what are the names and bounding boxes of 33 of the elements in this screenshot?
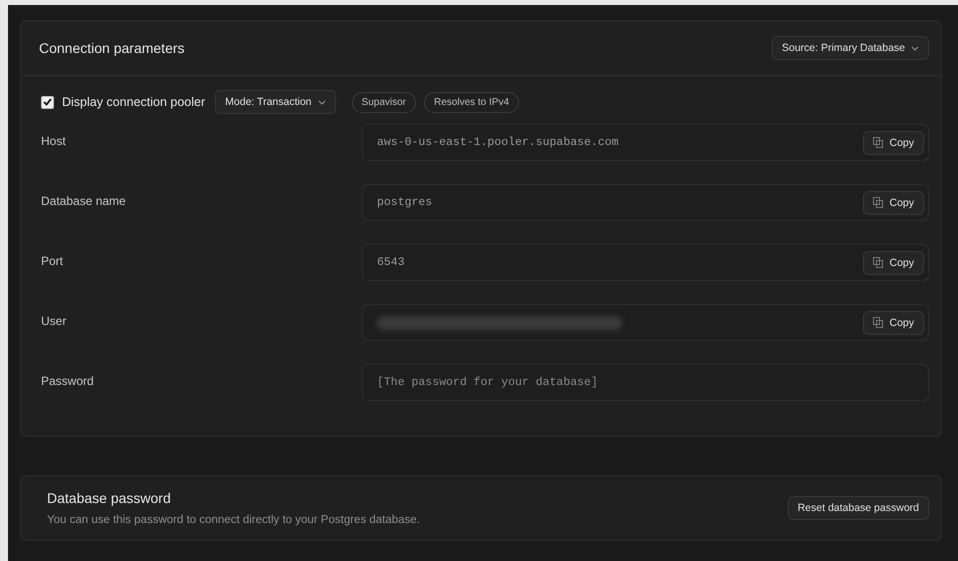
field-value: 6543 (377, 256, 405, 269)
value-field[interactable]: 6543 Copy (362, 244, 929, 281)
pooler-tag: Supavisor (352, 92, 416, 112)
checkbox-label: Display connection pooler (62, 95, 206, 109)
pooler-tag: Resolves to IPv4 (424, 92, 520, 112)
copy-button[interactable]: Copy (863, 130, 924, 154)
field-label: Database name (41, 193, 127, 210)
copy-button[interactable]: Copy (863, 250, 924, 274)
value-field[interactable]: aws-0-us-east-1.pooler.supabase.com Copy (362, 124, 929, 161)
field-label: Port (41, 253, 64, 270)
field-label: Host (41, 133, 67, 150)
copy-icon (873, 317, 884, 328)
chevron-down-icon (911, 46, 919, 50)
card-title: Connection parameters (39, 40, 185, 56)
chevron-down-icon (318, 100, 326, 104)
copy-icon (873, 137, 884, 148)
pooler-checkbox[interactable] (41, 96, 54, 108)
copy-button[interactable]: Copy (863, 190, 924, 214)
value-field[interactable]: postgres Copy (362, 184, 929, 221)
field-label: User (41, 313, 68, 330)
card-title: Database password (47, 490, 172, 506)
copy-icon (873, 197, 884, 208)
field-value: aws-0-us-east-1.pooler.supabase.com (377, 136, 619, 149)
mode-dropdown[interactable]: Mode: Transaction (215, 90, 336, 114)
password-field[interactable]: [The password for your database] (362, 364, 929, 401)
source-dropdown[interactable]: Source: Primary Database (772, 36, 929, 60)
card-description: You can use this password to connect directly to your Postgres database. (47, 514, 420, 526)
copy-button[interactable]: Copy (863, 310, 924, 334)
reset-password-button[interactable]: Reset database password (788, 496, 929, 520)
field-label: Password (41, 373, 95, 390)
field-value: postgres (377, 196, 432, 209)
value-field[interactable]: Copy (362, 304, 929, 341)
copy-icon (873, 257, 884, 268)
